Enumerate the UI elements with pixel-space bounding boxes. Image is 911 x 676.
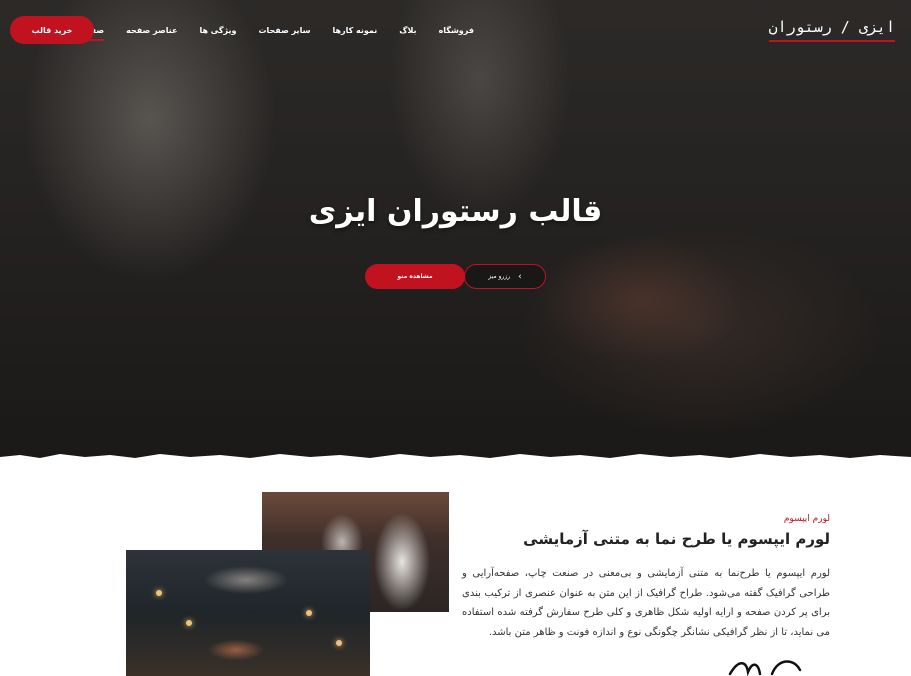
lamp-light [306,610,312,616]
nav-item-blog[interactable]: بلاگ [399,26,416,41]
lamp-light [156,590,162,596]
lamp-light [186,620,192,626]
signature-graphic [728,660,802,676]
reserve-table-label: رزرو میز [488,273,511,280]
hero-torn-edge [0,454,911,460]
hero-title: قالب رستوران ایزی [308,194,603,229]
chevron-right-icon: › [518,271,522,282]
nav-item-portfolio[interactable]: نمونه کارها [332,26,377,41]
main-nav: صفحه اصلی عناصر صفحه ویژگی ها سایر صفحات… [55,26,474,41]
hero-section: ایزی / رستوران صفحه اصلی عناصر صفحه ویژگ… [0,0,911,460]
nav-item-page-elements[interactable]: عناصر صفحه [126,26,177,41]
hero-overlay [0,0,911,460]
section-heading: لورم ایپسوم یا طرح نما به متنی آزمایشی [523,530,830,548]
nav-item-features[interactable]: ویژگی ها [199,26,236,41]
section-paragraph: لورم ایپسوم یا طرح‌نما به متنی آزمایشی و… [462,568,830,638]
lamp-light [336,640,342,646]
site-logo[interactable]: ایزی / رستوران [768,18,895,42]
nav-item-other-pages[interactable]: سایر صفحات [259,26,311,41]
section-eyebrow: لورم ایپسوم [783,514,830,524]
kitchen-photo [126,550,370,676]
buy-template-button[interactable]: خرید قالب [10,16,94,44]
nav-item-shop[interactable]: فروشگاه [439,26,474,41]
reserve-table-button[interactable]: › رزرو میز [464,264,546,289]
view-menu-button[interactable]: مشاهده منو [365,264,465,289]
